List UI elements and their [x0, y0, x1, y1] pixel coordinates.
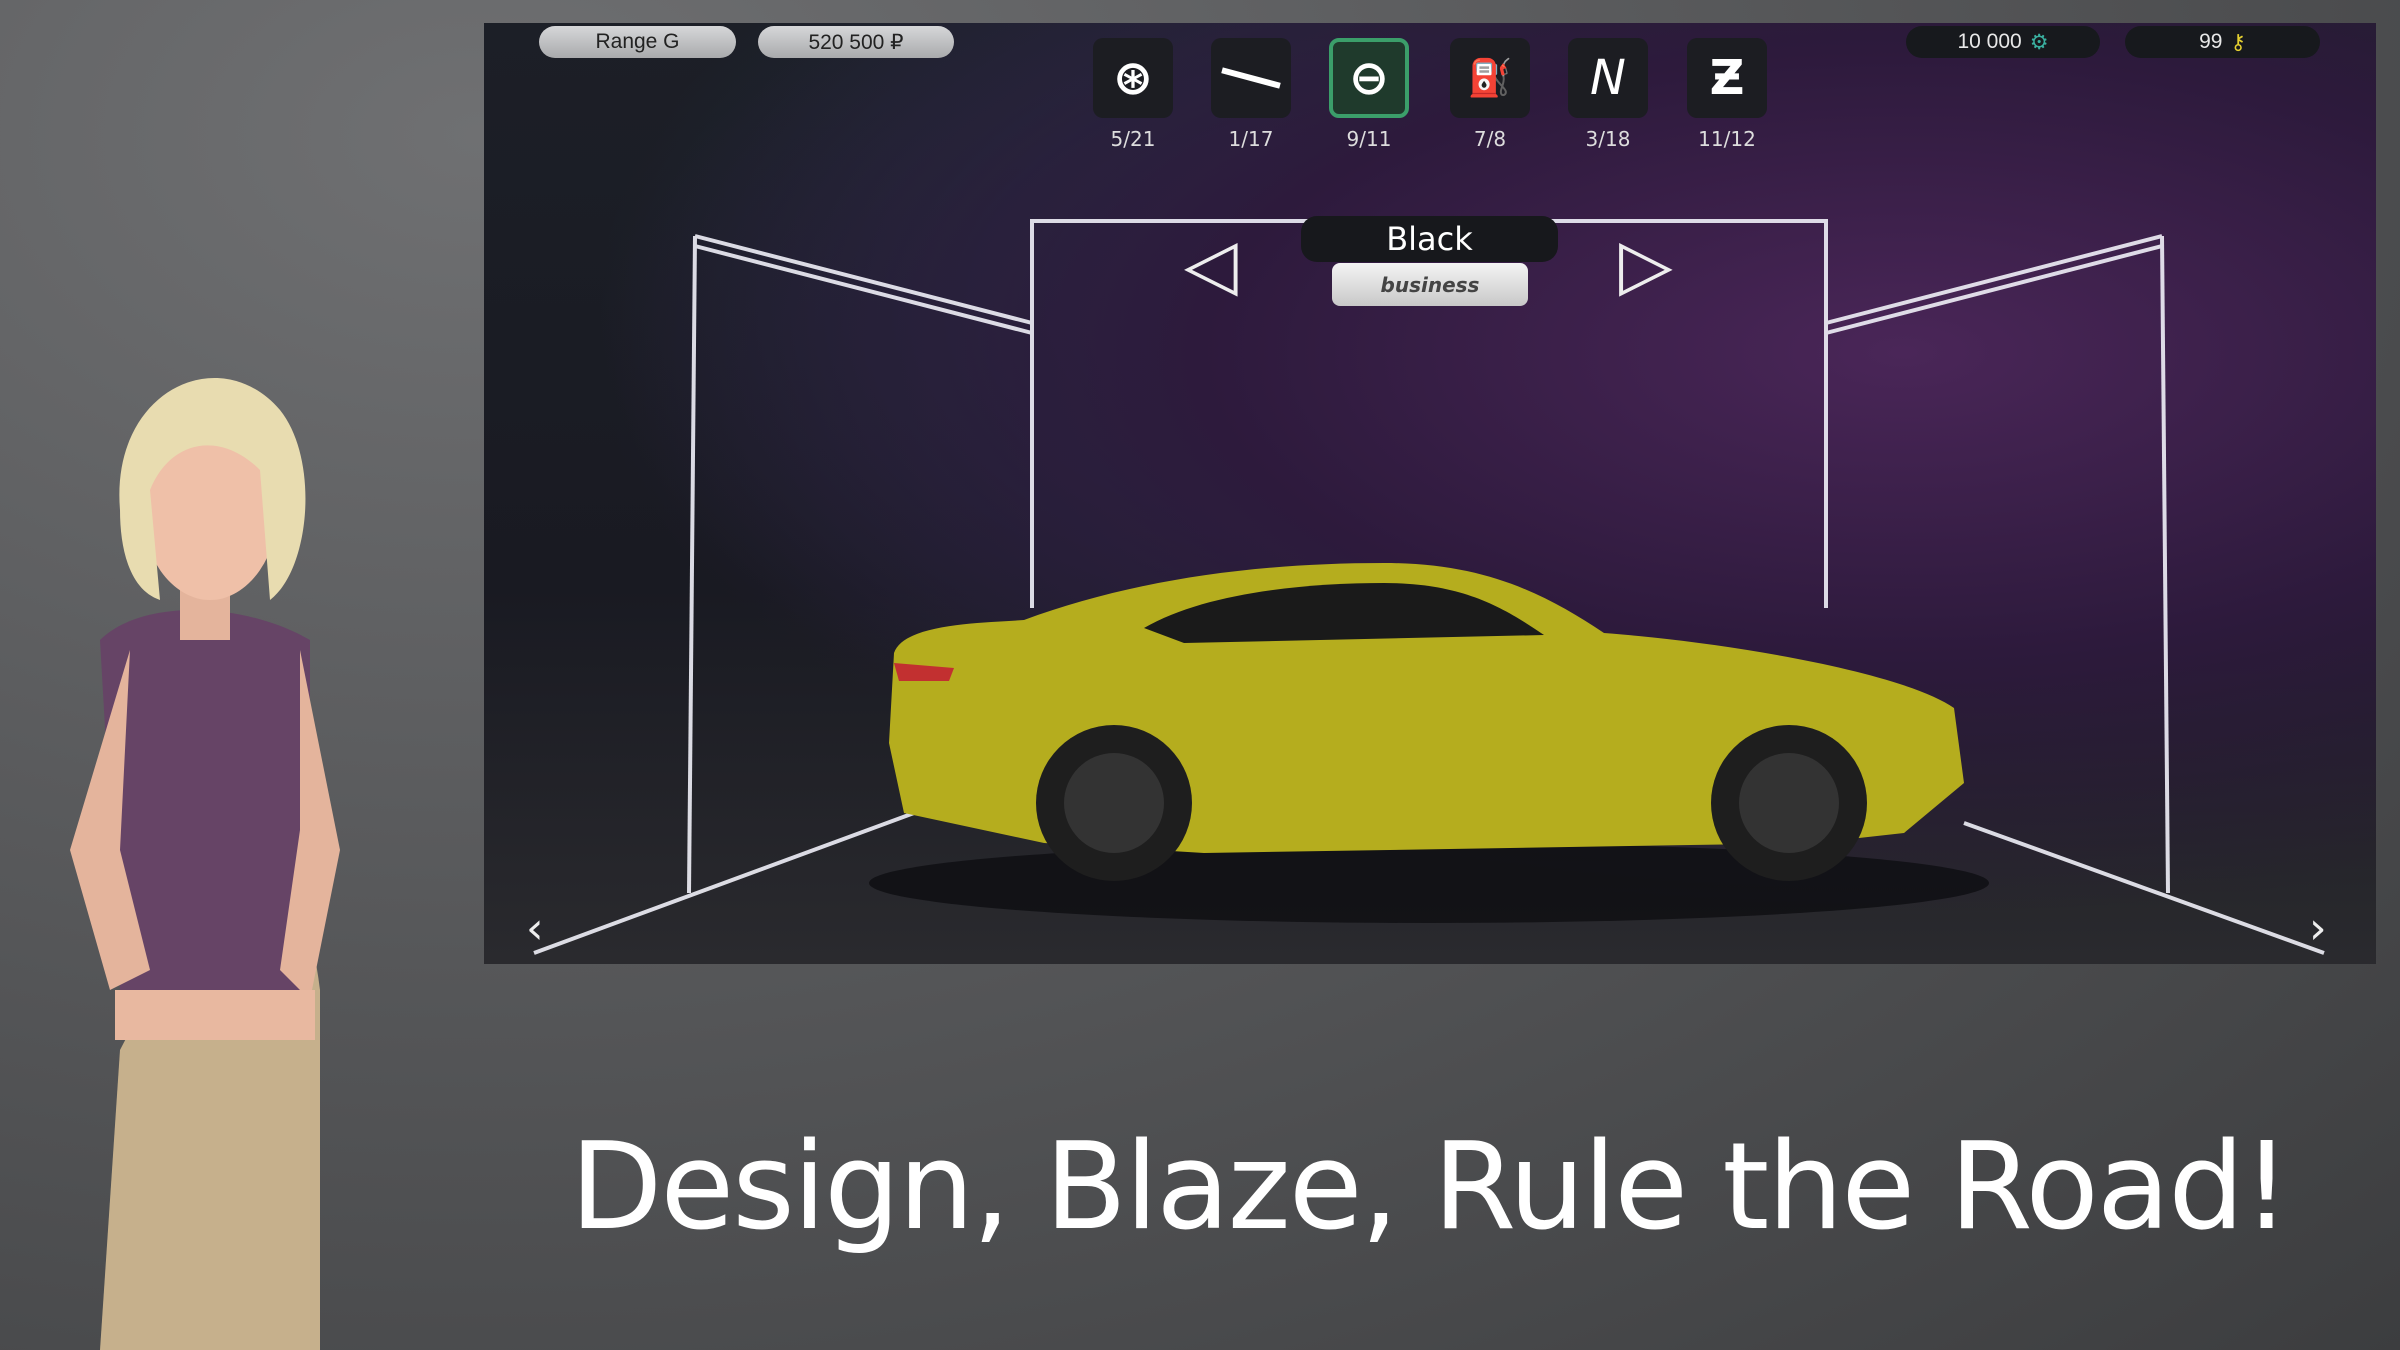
paint-name-label: Black — [1301, 216, 1558, 262]
headline: Design, Blaze, Rule the Road! — [570, 1118, 2291, 1257]
woman-character — [70, 378, 340, 1350]
paint-category-label: business — [1332, 263, 1528, 306]
game-screen: Range G 520 500 ₽ 10 000 ⚙ 99 ⚷ ⊛ ⊖ ⛽ N Ƶ … — [484, 23, 2376, 964]
next-paint-button[interactable]: ▷ — [1619, 223, 1673, 305]
prev-paint-button[interactable]: ◁ — [1184, 223, 1238, 305]
garage-neon-frame — [533, 219, 2325, 955]
next-car-arrow[interactable]: › — [2309, 903, 2327, 954]
car — [889, 563, 1964, 881]
